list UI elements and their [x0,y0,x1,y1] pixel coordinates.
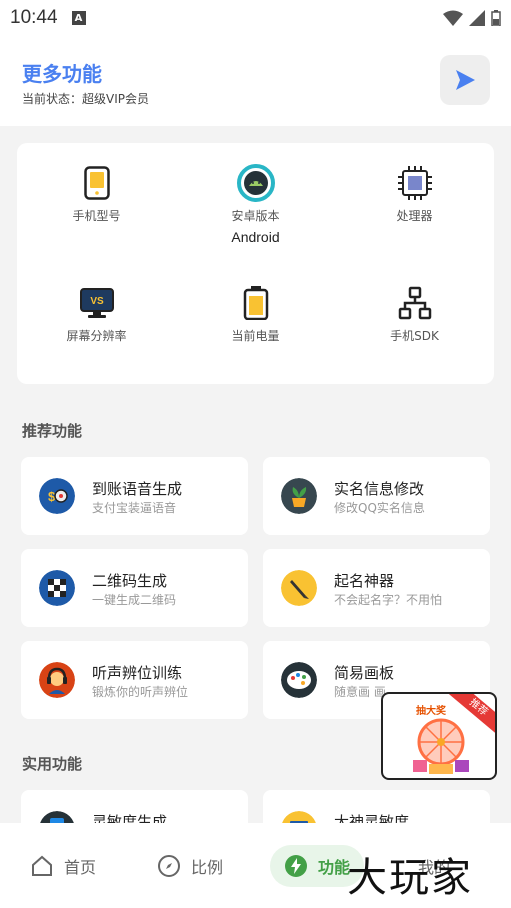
svg-text:VS: VS [90,296,104,307]
section-title-recommended: 推荐功能 [22,422,83,440]
info-android-version[interactable]: 安卓版本 Android [176,164,335,245]
feature-subtitle: 修改QQ实名信息 [334,501,425,515]
info-processor[interactable]: 处理器 [335,165,494,229]
wifi-icon [443,10,463,26]
watermark: 大玩家 [347,855,473,901]
bolt-icon [285,855,307,877]
header: 更多功能 当前状态：超级VIP会员 [0,36,511,126]
feature-title: 简易画板 [334,664,395,682]
info-battery[interactable]: 当前电量 [176,285,335,349]
palette-icon [281,662,317,698]
info-label: 安卓版本 [231,209,280,223]
monitor-icon: VS [79,288,114,318]
info-label: 手机型号 [72,209,121,223]
info-label: 屏幕分辨率 [66,329,127,343]
nav-label: 首页 [64,858,97,877]
battery-status-icon [491,10,501,26]
lottery-promo[interactable]: 抽大奖 推荐 [381,692,497,780]
feature-card-voice[interactable]: $ 到账语音生成 支付宝装逼语音 [21,457,248,535]
qrcode-icon [39,570,75,606]
money-speaker-icon: $ [39,478,75,514]
status-time: 10:44 [10,7,58,28]
status-bar: 10:44 A [0,0,511,36]
device-info-card: 手机型号 安卓版本 Android 处理器 VS 屏幕分辨率 当前电量 手机SD… [17,143,494,384]
plant-icon [281,478,317,514]
promo-title: 抽大奖 [416,706,446,717]
info-value: Android [231,229,280,245]
feature-title: 听声辨位训练 [92,664,183,682]
info-label: 手机SDK [390,329,439,343]
feature-card-sound[interactable]: 听声辨位训练 锻炼你的听声辨位 [21,641,248,719]
headset-icon [39,662,75,698]
compass-icon [158,855,180,877]
feature-title: 二维码生成 [92,572,168,590]
phone-icon [83,166,110,200]
section-title-utility: 实用功能 [22,755,83,773]
vip-status: 当前状态：超级VIP会员 [22,92,149,106]
play-icon [456,70,475,90]
feature-title: 到账语音生成 [92,480,183,498]
info-phone-model[interactable]: 手机型号 [17,165,176,229]
feature-card-qrcode[interactable]: 二维码生成 一键生成二维码 [21,549,248,627]
feature-subtitle: 支付宝装逼语音 [92,501,177,515]
feature-subtitle: 不会起名字？不用怕 [334,593,443,607]
pen-icon [281,570,317,606]
home-icon [32,855,52,876]
page-title: 更多功能 [22,62,102,86]
battery-icon [243,286,268,320]
signal-icon [469,10,485,26]
feature-card-realname[interactable]: 实名信息修改 修改QQ实名信息 [263,457,490,535]
info-sdk[interactable]: 手机SDK [335,285,494,349]
nav-ratio[interactable]: 比例 [157,845,223,887]
nav-label: 功能 [318,858,351,877]
android-icon [236,164,275,202]
nav-home[interactable]: 首页 [30,845,96,887]
sdk-icon [398,286,431,320]
feature-title: 实名信息修改 [334,480,425,498]
info-label: 当前电量 [231,329,280,343]
notification-icon: A [71,11,86,25]
prize-wheel-icon [413,718,469,774]
feature-subtitle: 随意画 画 [334,685,386,699]
cpu-icon [397,166,432,200]
play-button[interactable] [440,55,490,105]
feature-title: 起名神器 [334,572,395,590]
nav-label: 比例 [191,858,224,877]
feature-subtitle: 锻炼你的听声辨位 [92,685,189,699]
info-screen-resolution[interactable]: VS 屏幕分辨率 [17,285,176,349]
info-label: 处理器 [396,209,433,223]
feature-card-naming[interactable]: 起名神器 不会起名字？不用怕 [263,549,490,627]
feature-subtitle: 一键生成二维码 [92,593,177,607]
status-icons [443,10,501,26]
